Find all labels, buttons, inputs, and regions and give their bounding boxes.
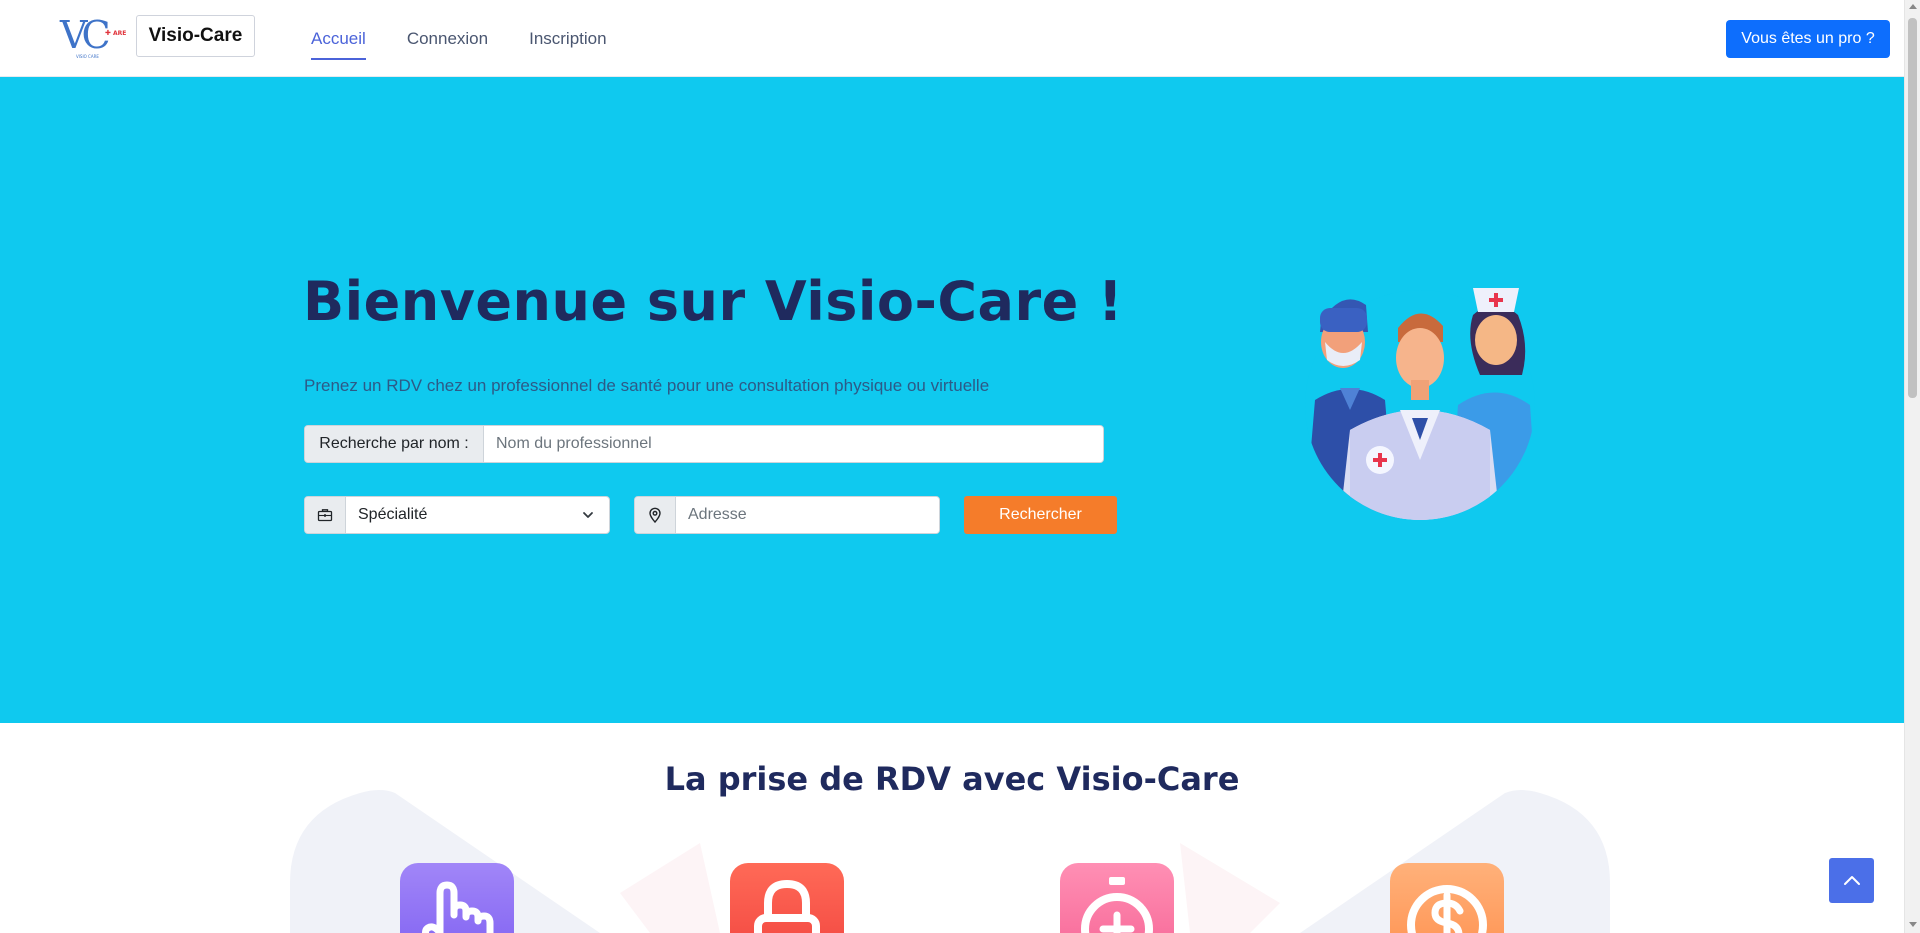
- chevron-down-icon: [583, 512, 593, 518]
- svg-text:ARE: ARE: [113, 30, 126, 37]
- location-pin-icon: [635, 497, 676, 533]
- brand-name[interactable]: Visio-Care: [136, 15, 255, 57]
- scroll-thumb[interactable]: [1908, 18, 1917, 398]
- medical-team-illustration: [1290, 260, 1550, 520]
- name-search-label: Recherche par nom :: [305, 426, 484, 462]
- nav-connexion[interactable]: Connexion: [407, 0, 488, 77]
- specialty-select[interactable]: Spécialité: [346, 497, 609, 533]
- svg-text:VISIO CARE: VISIO CARE: [76, 54, 99, 59]
- name-search-input[interactable]: [484, 426, 1103, 462]
- main-nav: Accueil Connexion Inscription: [311, 0, 648, 77]
- hero-subtitle: Prenez un RDV chez un professionnel de s…: [304, 376, 990, 395]
- address-group: [634, 496, 940, 534]
- feature-tile-4[interactable]: [1390, 863, 1504, 933]
- page-scrollbar[interactable]: [1904, 0, 1920, 933]
- lock-icon: [754, 879, 820, 933]
- background-shapes: [290, 790, 1610, 933]
- nav-inscription[interactable]: Inscription: [529, 0, 606, 77]
- specialty-group: Spécialité: [304, 496, 610, 534]
- dollar-coin-icon: [1407, 885, 1487, 933]
- scroll-down-arrow-icon[interactable]: [1909, 922, 1917, 927]
- feature-tile-1[interactable]: [400, 863, 514, 933]
- scroll-up-arrow-icon[interactable]: [1909, 4, 1917, 9]
- medical-kit-icon: [305, 497, 346, 533]
- pointing-hand-icon: [422, 881, 494, 933]
- feature-tile-3[interactable]: [1060, 863, 1174, 933]
- name-search-group: Recherche par nom :: [304, 425, 1104, 463]
- search-button[interactable]: Rechercher: [964, 496, 1117, 534]
- top-navbar: VC ✚ ARE VISIO CARE Visio-Care Accueil C…: [0, 0, 1904, 77]
- hero-section: Bienvenue sur Visio-Care ! Prenez un RDV…: [0, 77, 1904, 723]
- svg-text:✚: ✚: [105, 29, 111, 37]
- logo-mark[interactable]: VC ✚ ARE VISIO CARE: [58, 12, 132, 62]
- specialty-selected: Spécialité: [358, 506, 428, 523]
- stopwatch-icon: [1081, 877, 1153, 933]
- back-to-top-button[interactable]: [1829, 858, 1874, 903]
- svg-text:VC: VC: [59, 13, 108, 57]
- pro-button[interactable]: Vous êtes un pro ?: [1726, 20, 1890, 58]
- nav-accueil[interactable]: Accueil: [311, 0, 366, 77]
- address-input[interactable]: [676, 497, 939, 533]
- hero-title: Bienvenue sur Visio-Care !: [303, 270, 1124, 333]
- feature-tile-2[interactable]: [730, 863, 844, 933]
- chevron-up-icon: [1843, 875, 1860, 885]
- section-title: La prise de RDV avec Visio-Care: [664, 760, 1240, 798]
- booking-section: La prise de RDV avec Visio-Care: [0, 723, 1904, 933]
